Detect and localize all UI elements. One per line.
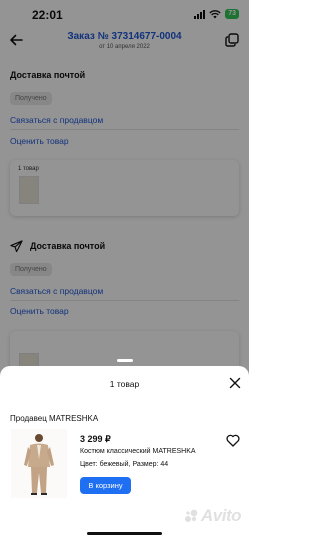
add-to-cart-button[interactable]: В корзину — [80, 477, 131, 494]
sheet-grabber[interactable] — [117, 359, 133, 362]
home-indicator — [87, 532, 162, 535]
product-attributes: Цвет: бежевый, Размер: 44 — [80, 461, 169, 468]
bottom-sheet: 1 товар Продавец MATRESHKA 3 299 ₽ Костю… — [0, 359, 249, 540]
seller-name: Продавец MATRESHKA — [10, 414, 99, 423]
watermark-text: Avito — [201, 506, 242, 525]
sheet-title: 1 товар — [109, 379, 140, 389]
avito-logo-icon — [185, 509, 198, 522]
product-image[interactable] — [11, 429, 67, 498]
product-price: 3 299 ₽ — [80, 434, 111, 444]
avito-watermark: Avito — [184, 506, 242, 526]
product-name[interactable]: Костюм классический MATRESHKA — [80, 448, 196, 455]
close-icon[interactable] — [229, 377, 241, 389]
heart-icon[interactable] — [226, 434, 240, 447]
suit-illustration — [11, 429, 67, 498]
